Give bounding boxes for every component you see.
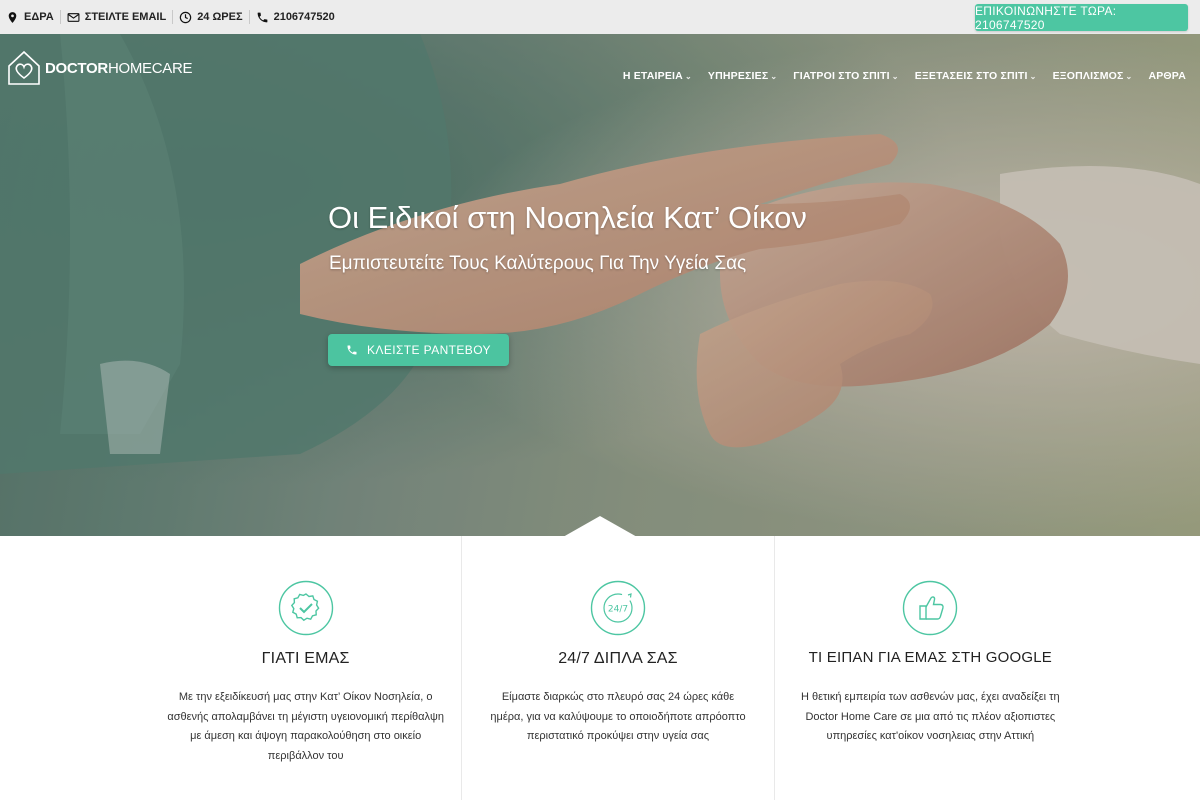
features-section: ΓΙΑΤΙ ΕΜΑΣ Με την εξειδίκευσή μας στην Κ… — [150, 536, 1086, 800]
location-link[interactable]: ΕΔΡΑ — [0, 8, 60, 26]
logo-word-home: HOME — [107, 59, 152, 77]
hero-overlay — [0, 34, 1200, 536]
feature-title: ΤΙ ΕΙΠΑΝ ΓΙΑ ΕΜΑΣ ΣΤΗ GOOGLE — [808, 649, 1052, 666]
phone-icon — [347, 345, 357, 355]
thumbs-up-icon — [903, 580, 958, 636]
feature-title: ΓΙΑΤΙ ΕΜΑΣ — [261, 650, 350, 667]
nav-item-articles[interactable]: ΑΡΘΡΑ — [1148, 70, 1186, 82]
hero-section: DOCTORHOMECARE Η ΕΤΑΙΡΕΙΑ ⌄ ΥΠΗΡΕΣΙΕΣ ⌄ ΓΙ… — [0, 34, 1200, 536]
clock-icon — [179, 11, 192, 23]
feature-google-reviews: ΤΙ ΕΙΠΑΝ ΓΙΑ ΕΜΑΣ ΣΤΗ GOOGLE Η θετική εμ… — [773, 536, 1086, 800]
phone-icon — [257, 12, 267, 22]
nav-label: ΑΡΘΡΑ — [1148, 70, 1186, 82]
svg-text:24/7: 24/7 — [608, 605, 628, 615]
nav-item-doctors-at-home[interactable]: ΓΙΑΤΡΟΙ ΣΤΟ ΣΠΙΤΙ ⌄ — [793, 70, 898, 82]
phone-link[interactable]: 2106747520 — [250, 8, 341, 26]
feature-text: Με την εξειδίκευσή μας στην Κατ’ Οίκον Ν… — [167, 691, 444, 762]
phone-label: 2106747520 — [273, 11, 335, 23]
section-divider-notch — [563, 516, 637, 537]
verified-badge-icon — [278, 580, 333, 636]
nav-item-services[interactable]: ΥΠΗΡΕΣΙΕΣ ⌄ — [708, 70, 777, 82]
location-pin-icon — [8, 11, 17, 23]
book-appointment-label: ΚΛΕΙΣΤΕ ΡΑΝΤΕΒΟΥ — [367, 343, 491, 357]
contact-now-button[interactable]: ΕΠΙΚΟΙΝΩΝΗΣΤΕ ΤΩΡΑ: 2106747520 — [975, 4, 1188, 32]
logo-word-doctor: DOCTOR — [45, 59, 108, 77]
nav-item-tests-at-home[interactable]: ΕΞΕΤΑΣΕΙΣ ΣΤΟ ΣΠΙΤΙ ⌄ — [915, 70, 1037, 82]
nav-label: ΓΙΑΤΡΟΙ ΣΤΟ ΣΠΙΤΙ — [793, 70, 890, 82]
chevron-down-icon: ⌄ — [891, 71, 899, 81]
house-heart-logo-icon — [8, 50, 40, 85]
nav-item-company[interactable]: Η ΕΤΑΙΡΕΙΑ ⌄ — [623, 70, 692, 82]
logo-text: DOCTORHOMECARE — [45, 59, 193, 77]
feature-why-us: ΓΙΑΤΙ ΕΜΑΣ Με την εξειδίκευσή μας στην Κ… — [150, 536, 461, 800]
main-nav: Η ΕΤΑΙΡΕΙΑ ⌄ ΥΠΗΡΕΣΙΕΣ ⌄ ΓΙΑΤΡΟΙ ΣΤΟ ΣΠΙΤΙ… — [623, 70, 1186, 82]
feature-title: 24/7 ΔΙΠΛΑ ΣΑΣ — [558, 650, 678, 667]
hero-title: Οι Ειδικοί στη Νοσηλεία Κατ’ Οίκον — [328, 200, 807, 235]
nav-label: Η ΕΤΑΙΡΕΙΑ — [622, 70, 683, 82]
envelope-icon — [67, 12, 80, 22]
nav-label: ΕΞΕΤΑΣΕΙΣ ΣΤΟ ΣΠΙΤΙ — [914, 70, 1028, 82]
email-link[interactable]: ΣΤΕΙΛΤΕ EMAIL — [61, 8, 172, 26]
chevron-down-icon: ⌄ — [1029, 71, 1037, 81]
email-label: ΣΤΕΙΛΤΕ EMAIL — [84, 11, 167, 23]
hours-label: 24 ΩΡΕΣ — [197, 11, 243, 23]
hero-subtitle: Εμπιστευτείτε Τους Καλύτερους Για Την Υγ… — [329, 253, 747, 274]
logo-word-care: CARE — [151, 59, 193, 77]
feature-text: Η θετική εμπειρία των ασθενών μας, έχει … — [801, 691, 1060, 742]
nav-label: ΥΠΗΡΕΣΙΕΣ — [707, 70, 769, 82]
chevron-down-icon: ⌄ — [684, 71, 692, 81]
twenty-four-seven-icon: 24/7 — [590, 580, 646, 636]
chevron-down-icon: ⌄ — [770, 71, 778, 81]
location-label: ΕΔΡΑ — [24, 11, 54, 23]
site-logo[interactable]: DOCTORHOMECARE — [6, 48, 193, 88]
hours-link[interactable]: 24 ΩΡΕΣ — [173, 8, 248, 26]
feature-text: Είμαστε διαρκώς στο πλευρό σας 24 ώρες κ… — [490, 691, 746, 742]
nav-item-equipment[interactable]: ΕΞΟΠΛΙΣΜΟΣ ⌄ — [1053, 70, 1133, 82]
chevron-down-icon: ⌄ — [1125, 71, 1133, 81]
book-appointment-button[interactable]: ΚΛΕΙΣΤΕ ΡΑΝΤΕΒΟΥ — [328, 334, 509, 366]
feature-24-7: 24/7 24/7 ΔΙΠΛΑ ΣΑΣ Είμαστε διαρκώς στο … — [461, 536, 773, 800]
top-bar: ΕΔΡΑ ΣΤΕΙΛΤΕ EMAIL 24 ΩΡΕΣ 2106747520 ΕΠ… — [0, 0, 1200, 34]
nav-label: ΕΞΟΠΛΙΣΜΟΣ — [1052, 70, 1124, 82]
